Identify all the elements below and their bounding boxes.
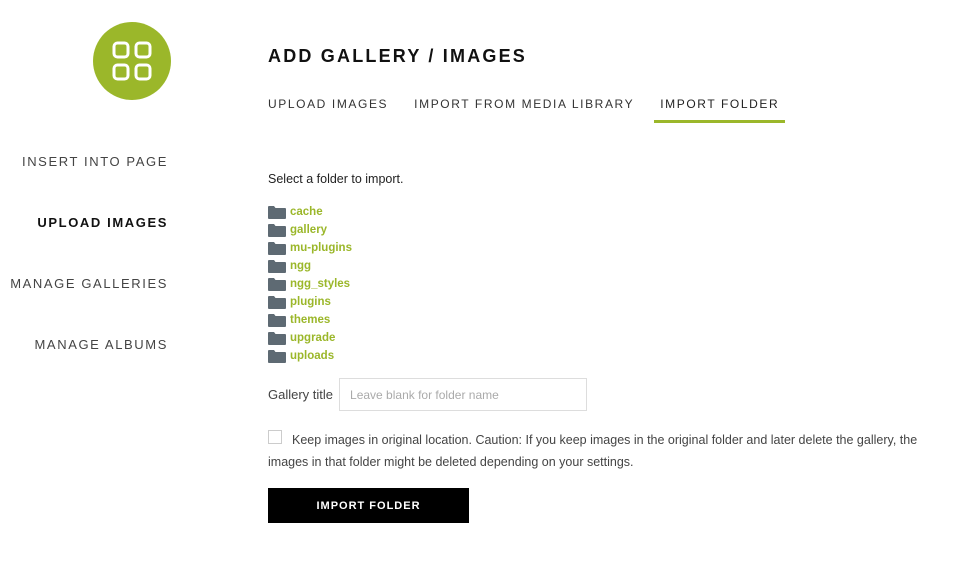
folder-item[interactable]: uploads (268, 347, 352, 365)
gallery-title-input[interactable] (339, 378, 588, 411)
folder-name[interactable]: plugins (290, 296, 331, 308)
folder-name[interactable]: themes (290, 314, 330, 326)
tab-upload-images[interactable]: UPLOAD IMAGES (262, 92, 394, 123)
four-squares-grid-icon (112, 41, 152, 81)
folder-item[interactable]: upgrade (268, 329, 352, 347)
folder-icon (268, 295, 286, 309)
keep-original-row: Keep images in original location. Cautio… (268, 429, 958, 473)
folder-icon (268, 277, 286, 291)
sidebar-item-insert-into-page[interactable]: INSERT INTO PAGE (22, 154, 168, 169)
keep-original-label: Keep images in original location. Cautio… (268, 433, 918, 469)
folder-item[interactable]: mu-plugins (268, 239, 352, 257)
import-folder-button[interactable]: IMPORT FOLDER (268, 488, 469, 523)
import-instruction: Select a folder to import. (268, 172, 404, 186)
folder-icon (268, 331, 286, 345)
sidebar-item-upload-images[interactable]: UPLOAD IMAGES (37, 215, 168, 230)
tab-import-folder[interactable]: IMPORT FOLDER (654, 92, 786, 123)
folder-item[interactable]: ngg (268, 257, 352, 275)
page-title: ADD GALLERY / IMAGES (268, 46, 528, 66)
app-logo (93, 22, 171, 100)
folder-icon (268, 223, 286, 237)
gallery-title-label: Gallery title (268, 387, 334, 402)
folder-name[interactable]: uploads (290, 350, 334, 362)
sidebar-item-manage-galleries[interactable]: MANAGE GALLERIES (10, 276, 168, 291)
folder-name[interactable]: mu-plugins (290, 242, 352, 254)
folder-icon (268, 205, 286, 219)
sidebar-item-manage-albums[interactable]: MANAGE ALBUMS (35, 337, 169, 352)
folder-name[interactable]: upgrade (290, 332, 335, 344)
folder-icon (268, 241, 286, 255)
folder-item[interactable]: cache (268, 203, 352, 221)
folder-item[interactable]: themes (268, 311, 352, 329)
folder-item[interactable]: ngg_styles (268, 275, 352, 293)
folder-item[interactable]: gallery (268, 221, 352, 239)
folder-tree: cache gallery mu-plugins ngg ngg_stylesplugi… (268, 203, 352, 365)
gallery-title-row: Gallery title (268, 378, 588, 411)
folder-icon (268, 313, 286, 327)
folder-name[interactable]: ngg_styles (290, 278, 350, 290)
tab-import-from-media-library[interactable]: IMPORT FROM MEDIA LIBRARY (408, 92, 640, 123)
folder-name[interactable]: ngg (290, 260, 311, 272)
folder-icon (268, 259, 286, 273)
keep-original-checkbox[interactable] (268, 430, 282, 444)
folder-name[interactable]: gallery (290, 224, 327, 236)
folder-icon (268, 349, 286, 363)
folder-item[interactable]: plugins (268, 293, 352, 311)
folder-name[interactable]: cache (290, 206, 323, 218)
tab-bar: UPLOAD IMAGES IMPORT FROM MEDIA LIBRARY … (262, 92, 799, 123)
